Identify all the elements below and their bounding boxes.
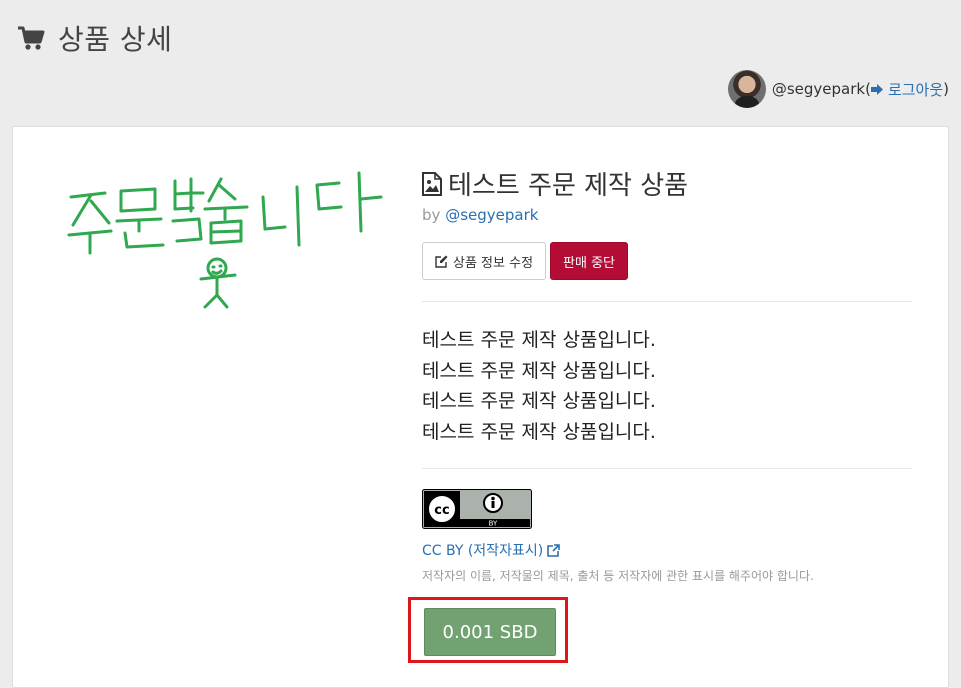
cc-text: cc <box>434 503 449 518</box>
action-buttons: 상품 정보 수정 판매 중단 <box>422 242 912 280</box>
close-paren: ) <box>943 80 949 98</box>
product-description: 테스트 주문 제작 상품입니다. 테스트 주문 제작 상품입니다. 테스트 주문… <box>422 325 912 447</box>
edit-icon <box>435 255 448 268</box>
sign-out-icon <box>870 83 883 95</box>
edit-product-button[interactable]: 상품 정보 수정 <box>422 242 547 280</box>
logout-label: 로그아웃 <box>887 80 944 99</box>
avatar[interactable] <box>727 70 766 108</box>
stop-selling-button[interactable]: 판매 중단 <box>550 242 629 280</box>
divider <box>422 301 912 302</box>
price-highlight: 0.001 SBD <box>408 597 568 663</box>
cc-by-badge[interactable]: cc BY <box>422 489 532 529</box>
product-detail: 테스트 주문 제작 상품 by @segyepark 상품 정보 수정 판매 중… <box>422 165 912 584</box>
logout-link[interactable]: 로그아웃 <box>870 79 944 100</box>
product-card: 테스트 주문 제작 상품 by @segyepark 상품 정보 수정 판매 중… <box>12 126 949 688</box>
user-bar: @segyepark ( 로그아웃 ) <box>727 70 949 108</box>
product-title: 테스트 주문 제작 상품 <box>422 165 912 202</box>
divider <box>422 468 912 469</box>
description-line: 테스트 주문 제작 상품입니다. <box>422 359 656 382</box>
by-label: by <box>422 206 441 224</box>
price-buy-button[interactable]: 0.001 SBD <box>424 608 556 656</box>
edit-product-label: 상품 정보 수정 <box>453 255 534 271</box>
description-line: 테스트 주문 제작 상품입니다. <box>422 390 656 412</box>
by-text: BY <box>489 520 498 528</box>
file-image-icon <box>422 171 442 196</box>
page-title: 상품 상세 <box>58 23 173 56</box>
license-link[interactable]: CC BY (저작자표시) <box>422 540 912 560</box>
description-line: 테스트 주문 제작 상품입니다. <box>422 420 656 443</box>
shopping-cart-icon <box>18 26 45 50</box>
page-header: 상품 상세 <box>17 18 172 58</box>
product-image <box>67 171 383 309</box>
license-link-text: CC BY (저작자표시) <box>422 543 544 559</box>
external-link-icon <box>547 543 560 557</box>
product-title-text: 테스트 주문 제작 상품 <box>448 171 689 201</box>
author-link[interactable]: @segyepark <box>445 206 538 224</box>
license-description: 저작자의 이름, 저작물의 제목, 출처 등 저작자에 관한 표시를 해주어야 … <box>422 569 814 583</box>
username[interactable]: @segyepark <box>772 80 865 98</box>
author-line: by @segyepark <box>422 206 912 224</box>
description-line: 테스트 주문 제작 상품입니다. <box>422 329 656 351</box>
